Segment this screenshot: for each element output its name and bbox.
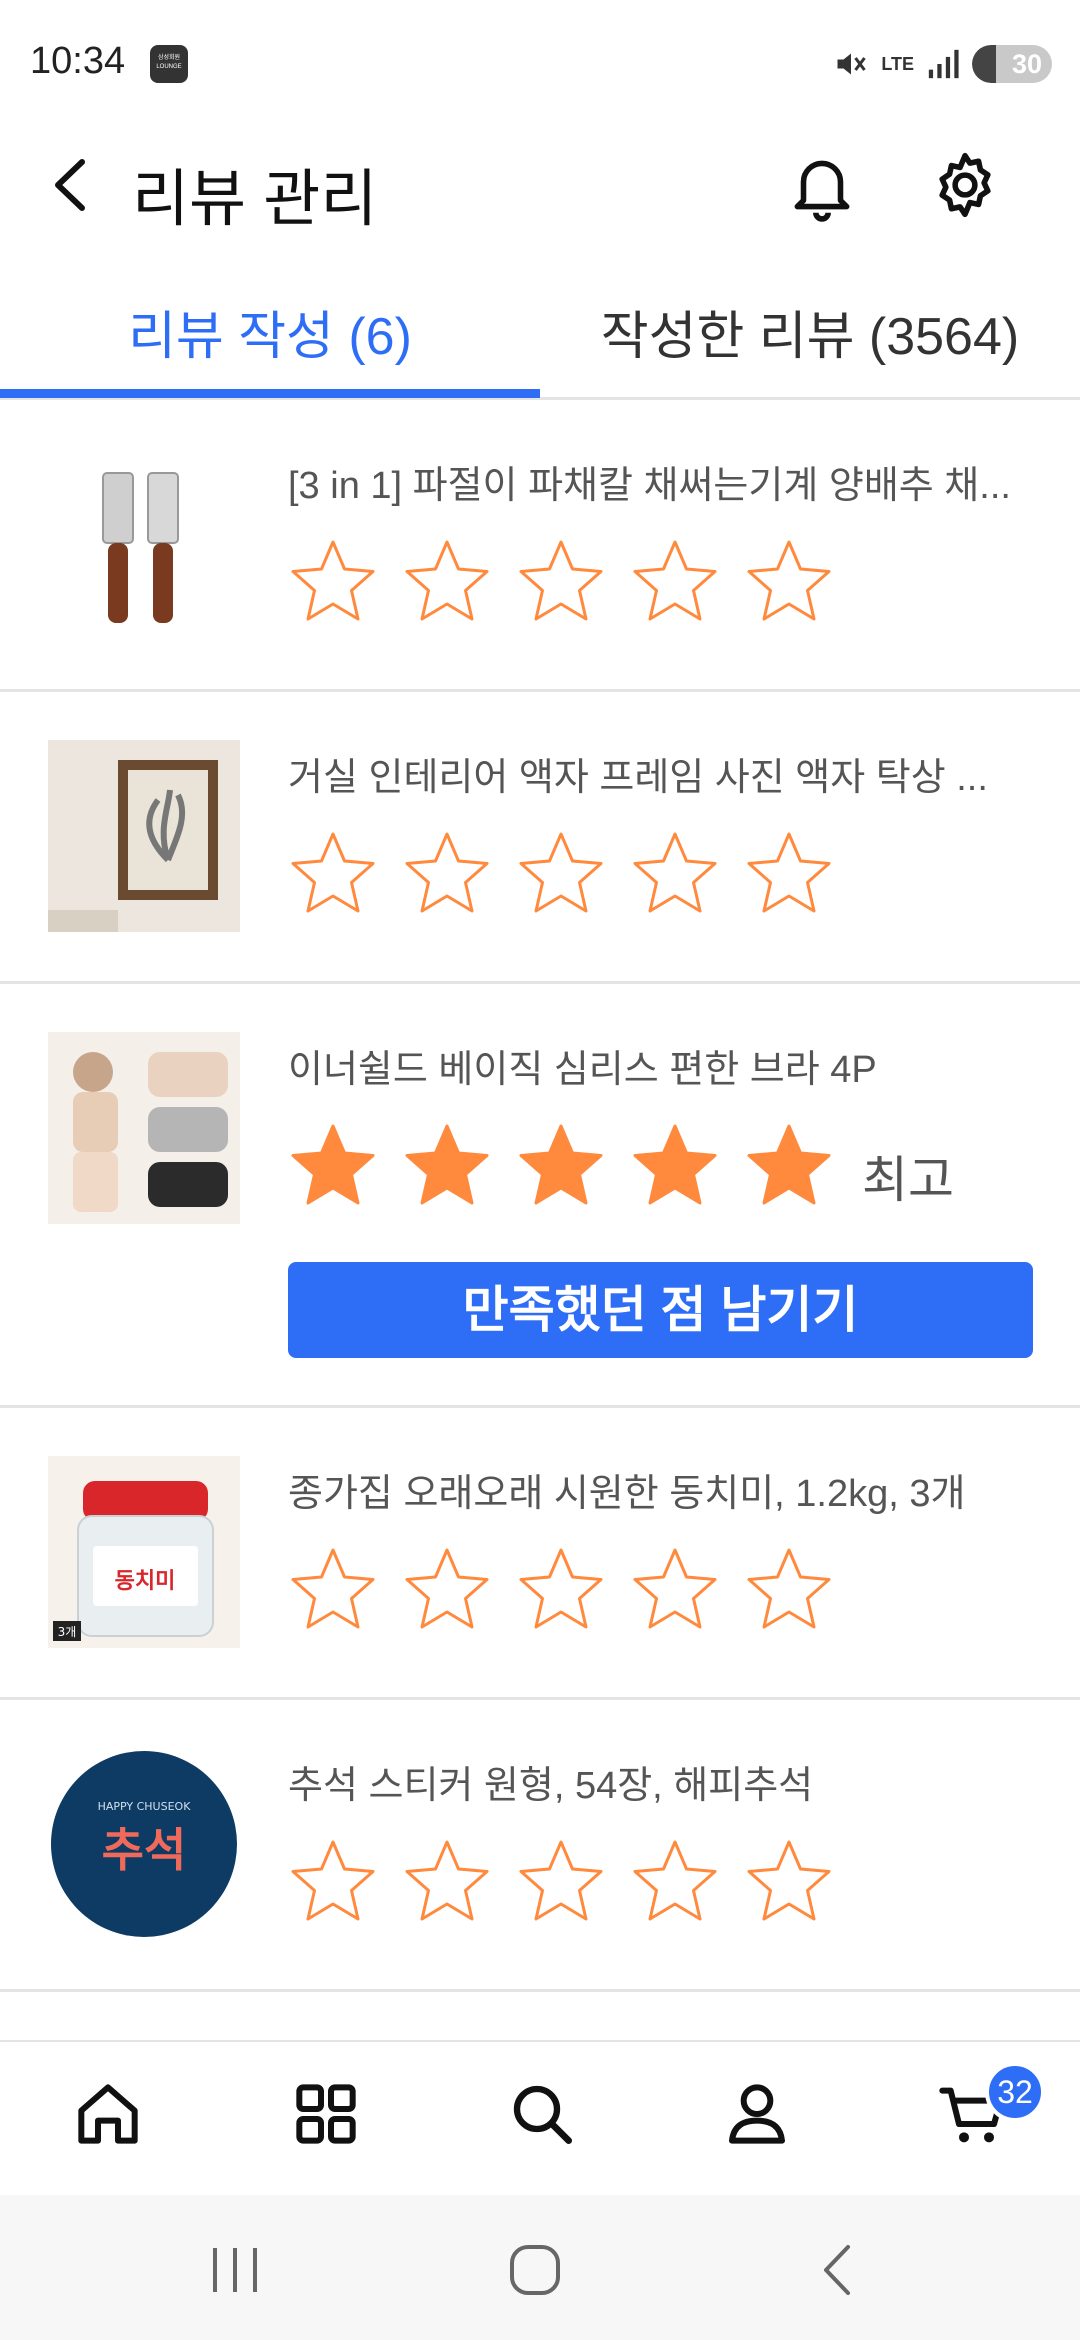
list-item: 동치미 3개 종가집 오래오래 시원한 동치미, 1.2kg, 3개 [0,1408,1080,1700]
star-filled-icon[interactable] [399,1118,495,1214]
rating-label: 최고 [862,1152,954,1208]
star-empty-icon[interactable] [285,1834,381,1930]
star-empty-icon[interactable] [741,1834,837,1930]
sticker-text: 추석 [102,1823,187,1877]
nav-search[interactable] [502,2074,582,2154]
star-empty-icon[interactable] [399,1834,495,1930]
product-title: 추석 스티커 원형, 54장, 해피추석 [288,1765,814,1807]
list-item: HAPPY CHUSEOK 추석 추석 스티커 원형, 54장, 해피추석 [0,1700,1080,1992]
star-empty-icon[interactable] [513,1542,609,1638]
system-nav-bar [0,2195,1080,2340]
star-rating[interactable] [285,534,837,630]
star-filled-icon[interactable] [285,1118,381,1214]
product-thumbnail[interactable] [48,740,240,932]
home-circle-icon [510,2245,560,2295]
star-empty-icon[interactable] [627,1542,723,1638]
cart-count-badge: 32 [985,2062,1045,2122]
frame-image [48,740,240,932]
chevron-left-icon [55,159,85,211]
list-item: 거실 인테리어 액자 프레임 사진 액자 탁상 ... [0,692,1080,984]
status-bar: 10:34 삼성회원 LOUNGE LTE 30 [0,0,1080,130]
write-satisfaction-button[interactable]: 만족했던 점 남기기 [288,1262,1033,1358]
product-title: 이너쉴드 베이직 심리스 편한 브라 4P [288,1049,877,1091]
star-empty-icon[interactable] [627,826,723,922]
bell-icon [794,160,850,222]
person-icon [729,2084,785,2144]
list-item: 이너쉴드 베이직 심리스 편한 브라 4P 최고 만족했던 점 남기기 [0,984,1080,1408]
search-icon [513,2085,572,2144]
signal-icon [928,49,959,79]
star-empty-icon[interactable] [627,534,723,630]
product-title: 거실 인테리어 액자 프레임 사진 액자 탁상 ... [288,757,988,799]
review-list: [3 in 1] 파절이 파채칼 채써는기계 양배추 채... 거실 인테리어 … [0,400,1080,1992]
mute-icon [837,53,867,75]
tab-written-reviews[interactable]: 작성한 리뷰 (3564) [540,294,1080,369]
product-title: 종가집 오래오래 시원한 동치미, 1.2kg, 3개 [288,1473,966,1515]
home-icon [78,2084,138,2144]
back-button[interactable] [40,150,100,220]
star-empty-icon[interactable] [399,534,495,630]
star-empty-icon[interactable] [513,534,609,630]
product-thumbnail[interactable]: HAPPY CHUSEOK 추석 [48,1748,240,1940]
status-indicators: LTE 30 [833,42,1052,86]
star-empty-icon[interactable] [513,826,609,922]
nav-categories[interactable] [286,2074,366,2154]
star-rating[interactable] [285,1118,837,1214]
back-arrow-icon [824,2245,850,2295]
status-time: 10:34 [30,40,126,82]
star-empty-icon[interactable] [399,826,495,922]
bottom-nav: 32 [0,2040,1080,2195]
star-rating[interactable] [285,1834,837,1930]
dongchimi-jar-image: 동치미 3개 [48,1456,240,1648]
star-empty-icon[interactable] [741,534,837,630]
recent-apps-icon [213,2248,257,2292]
lounge-app-icon: 삼성회원 LOUNGE [150,45,188,83]
sticker-subtext: HAPPY CHUSEOK [98,1800,192,1813]
battery-percent: 30 [1011,49,1042,79]
active-tab-indicator [0,389,540,398]
tab-write-review[interactable]: 리뷰 작성 (6) [0,294,540,369]
star-empty-icon[interactable] [741,826,837,922]
chuseok-sticker-image: HAPPY CHUSEOK 추석 [48,1748,240,1940]
nav-home[interactable] [68,2074,148,2154]
star-filled-icon[interactable] [513,1118,609,1214]
recent-apps-button[interactable] [200,2235,270,2305]
quantity-tag: 3개 [58,1625,77,1639]
star-rating[interactable] [285,1542,837,1638]
review-tabs: 리뷰 작성 (6) 작성한 리뷰 (3564) [0,270,1080,400]
star-filled-icon[interactable] [741,1118,837,1214]
product-thumbnail[interactable] [48,448,240,640]
star-empty-icon[interactable] [741,1542,837,1638]
star-empty-icon[interactable] [627,1834,723,1930]
bra-set-image [48,1032,240,1224]
nav-my-account[interactable] [717,2074,797,2154]
star-empty-icon[interactable] [285,826,381,922]
network-type: LTE [881,53,914,74]
star-empty-icon[interactable] [285,1542,381,1638]
peeler-knife-image [48,448,240,640]
jar-label: 동치미 [115,1569,176,1594]
star-rating[interactable] [285,826,837,922]
notifications-button[interactable] [785,148,859,222]
product-thumbnail[interactable] [48,1032,240,1224]
app-header: 리뷰 관리 [0,130,1080,240]
battery-indicator: 30 [972,45,1052,83]
star-filled-icon[interactable] [627,1118,723,1214]
star-empty-icon[interactable] [285,534,381,630]
home-button[interactable] [500,2235,570,2305]
star-empty-icon[interactable] [399,1542,495,1638]
system-back-button[interactable] [804,2235,874,2305]
list-item: [3 in 1] 파절이 파채칼 채써는기계 양배추 채... [0,400,1080,692]
product-title: [3 in 1] 파절이 파채칼 채써는기계 양배추 채... [288,465,1011,507]
settings-button[interactable] [928,148,1002,222]
page-title: 리뷰 관리 [132,165,378,234]
product-thumbnail[interactable]: 동치미 3개 [48,1456,240,1648]
grid-icon [296,2084,356,2144]
star-empty-icon[interactable] [513,1834,609,1930]
gear-icon [939,152,991,218]
